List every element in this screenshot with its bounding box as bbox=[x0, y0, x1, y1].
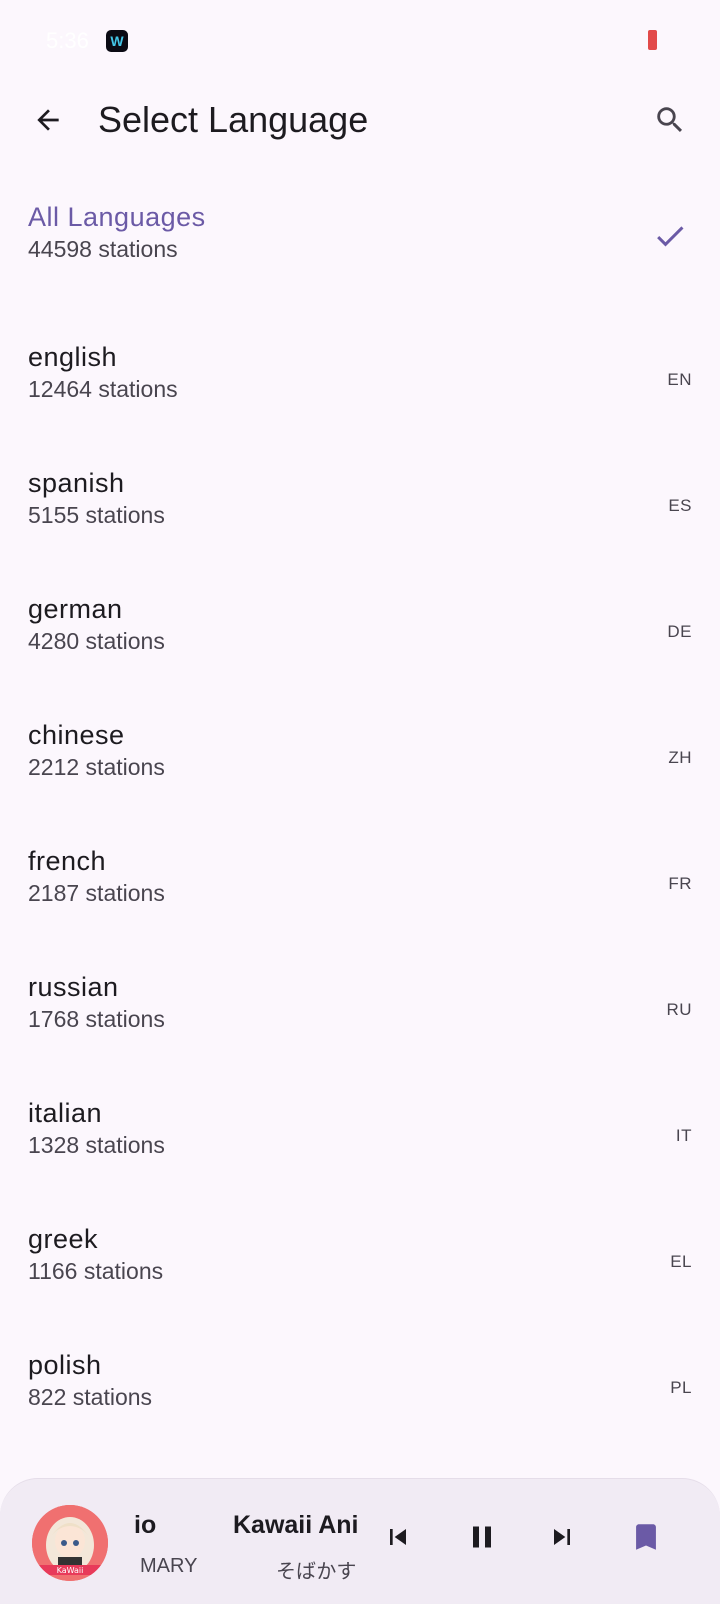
search-button[interactable] bbox=[646, 96, 694, 144]
language-code: EL bbox=[670, 1252, 692, 1271]
now-playing-station-name: Kawaii Anime bbox=[233, 1511, 357, 1539]
language-item-polish[interactable]: polish 822 stations PL bbox=[0, 1328, 720, 1454]
station-count: 5155 stations bbox=[28, 502, 165, 528]
battery-icon bbox=[648, 30, 657, 50]
mini-player[interactable]: KaWaii io MARY Kawaii Anime そばかす bbox=[0, 1478, 720, 1604]
station-count: 44598 stations bbox=[28, 236, 178, 262]
artwork-label: KaWaii bbox=[57, 1566, 84, 1575]
language-code: DE bbox=[667, 622, 692, 641]
now-playing-track: そばかす bbox=[276, 1561, 357, 1583]
language-item-italian[interactable]: italian 1328 stations IT bbox=[0, 1076, 720, 1202]
language-item-french[interactable]: french 2187 stations FR bbox=[0, 824, 720, 950]
language-item-spanish[interactable]: spanish 5155 stations ES bbox=[0, 446, 720, 572]
language-name: russian bbox=[28, 972, 119, 1002]
language-name: german bbox=[28, 594, 123, 624]
pause-icon bbox=[473, 1526, 491, 1548]
bookmark-button[interactable] bbox=[624, 1515, 668, 1559]
check-icon bbox=[657, 226, 684, 247]
language-code: FR bbox=[668, 874, 692, 893]
arrow-left-icon bbox=[37, 109, 59, 131]
toolbar: Select Language bbox=[0, 80, 720, 160]
anime-girl-artwork-icon: KaWaii bbox=[32, 1505, 108, 1581]
station-count: 12464 stations bbox=[28, 376, 178, 402]
skip-next-icon bbox=[554, 1529, 570, 1545]
language-name: greek bbox=[28, 1224, 99, 1254]
language-code: ZH bbox=[668, 748, 692, 767]
station-count: 1328 stations bbox=[28, 1132, 165, 1158]
back-button[interactable] bbox=[24, 96, 72, 144]
next-button[interactable] bbox=[540, 1515, 584, 1559]
language-item-english[interactable]: english 12464 stations EN bbox=[0, 320, 720, 446]
language-name: All Languages bbox=[28, 202, 206, 232]
language-code: EN bbox=[667, 370, 692, 389]
station-count: 4280 stations bbox=[28, 628, 165, 654]
language-item-all[interactable]: All Languages 44598 stations bbox=[0, 180, 720, 320]
language-name: french bbox=[28, 846, 107, 876]
language-name: chinese bbox=[28, 720, 125, 750]
language-code: PL bbox=[670, 1378, 692, 1397]
bookmark-icon bbox=[636, 1524, 656, 1550]
app-notification-icon: W bbox=[106, 30, 128, 52]
language-name: english bbox=[28, 342, 118, 372]
station-count: 1768 stations bbox=[28, 1006, 165, 1032]
station-count: 2187 stations bbox=[28, 880, 165, 906]
language-item-german[interactable]: german 4280 stations DE bbox=[0, 572, 720, 698]
status-time: 5:36 bbox=[46, 28, 89, 53]
station-count: 822 stations bbox=[28, 1384, 153, 1410]
previous-button[interactable] bbox=[376, 1515, 420, 1559]
station-count: 1166 stations bbox=[28, 1258, 164, 1284]
station-count: 2212 stations bbox=[28, 754, 165, 780]
pause-button[interactable] bbox=[460, 1515, 504, 1559]
page-title: Select Language bbox=[98, 99, 369, 140]
language-code: RU bbox=[666, 1000, 692, 1019]
now-playing-title-a: io bbox=[134, 1511, 157, 1539]
language-item-chinese[interactable]: chinese 2212 stations ZH bbox=[0, 698, 720, 824]
search-icon bbox=[657, 107, 683, 133]
skip-previous-icon bbox=[390, 1529, 406, 1545]
language-item-russian[interactable]: russian 1768 stations RU bbox=[0, 950, 720, 1076]
station-artwork: KaWaii bbox=[32, 1505, 108, 1581]
status-bar: 5:36 W bbox=[0, 0, 720, 80]
language-name: polish bbox=[28, 1350, 102, 1380]
language-name: italian bbox=[28, 1098, 103, 1128]
language-name: spanish bbox=[28, 468, 125, 498]
language-list: All Languages 44598 stations english 124… bbox=[0, 180, 720, 1454]
language-item-greek[interactable]: greek 1166 stations EL bbox=[0, 1202, 720, 1328]
now-playing-subtitle-a: MARY bbox=[140, 1555, 198, 1577]
language-code: ES bbox=[668, 496, 692, 515]
language-code: IT bbox=[675, 1126, 692, 1145]
